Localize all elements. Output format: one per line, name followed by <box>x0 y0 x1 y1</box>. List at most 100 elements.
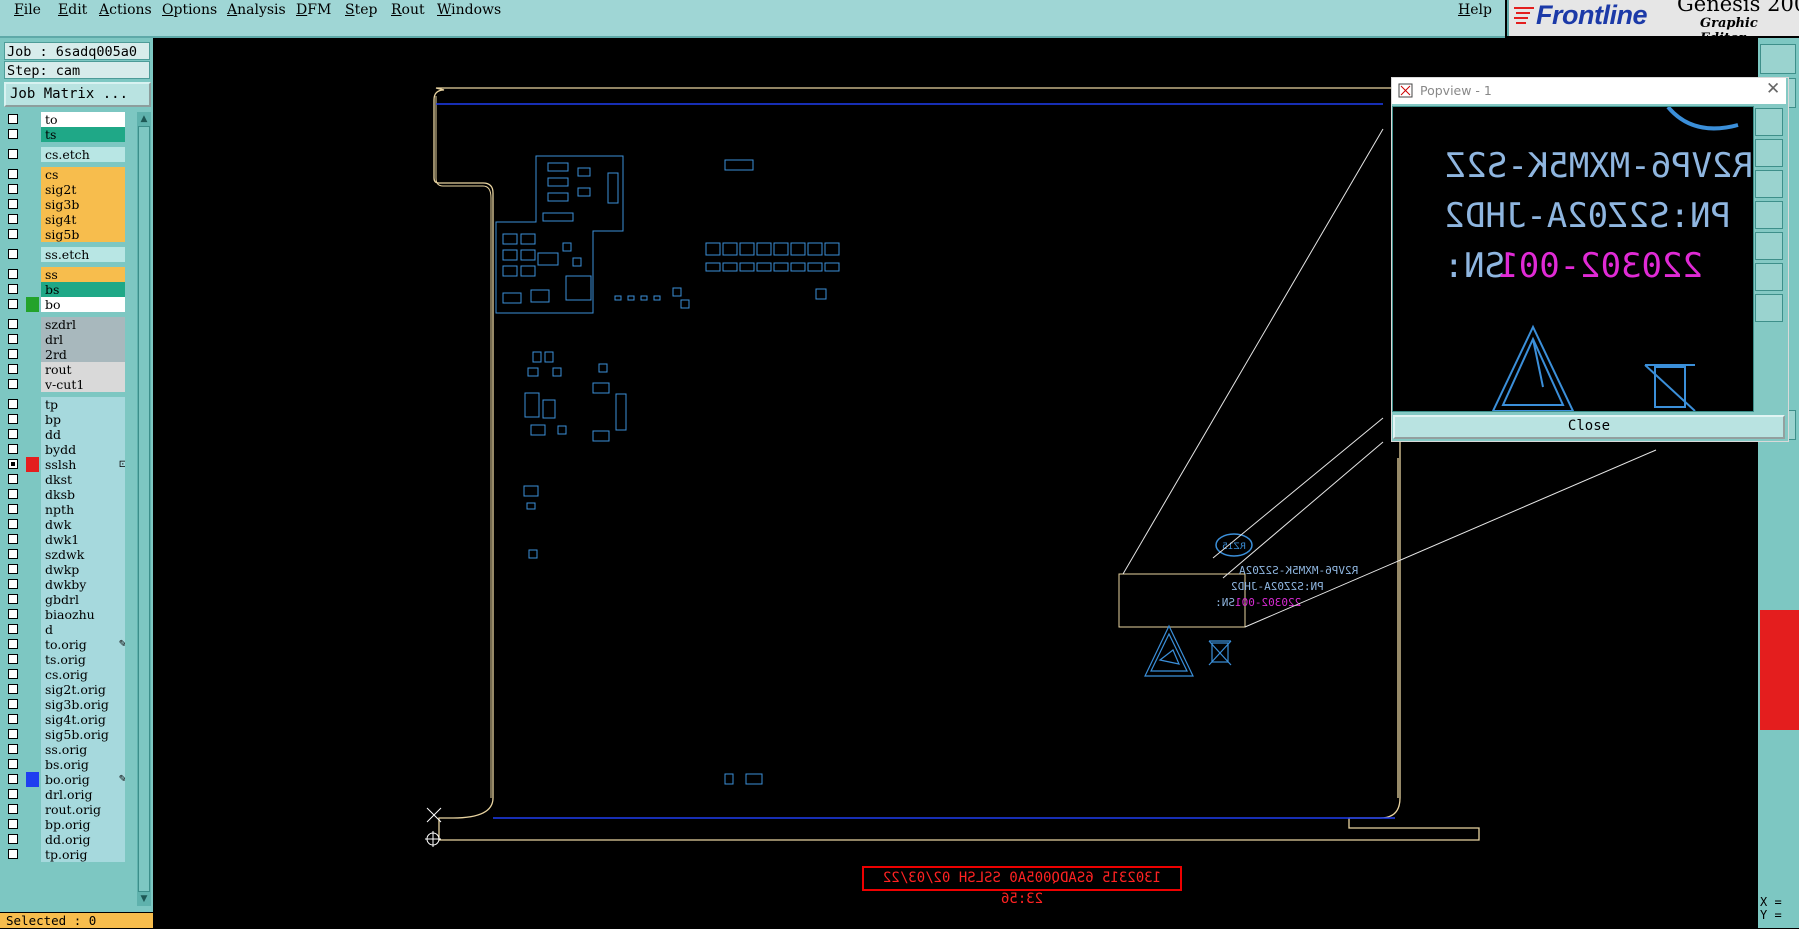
layer-color-swatch[interactable] <box>26 397 39 412</box>
layer-row[interactable]: drl <box>4 332 125 347</box>
layer-row[interactable]: szdrl <box>4 317 125 332</box>
layer-color-swatch[interactable] <box>26 147 39 162</box>
layer-row[interactable]: sig4t.orig <box>4 712 125 727</box>
layer-name[interactable]: cs <box>41 167 125 182</box>
menu-step[interactable]: Step <box>345 2 377 18</box>
layer-color-swatch[interactable] <box>26 742 39 757</box>
popview-close-button[interactable]: Close <box>1393 415 1785 439</box>
popview-tool-4[interactable] <box>1755 201 1783 229</box>
layer-color-swatch[interactable] <box>26 532 39 547</box>
layer-name[interactable]: ts <box>41 127 125 142</box>
scrollbar-thumb[interactable] <box>138 126 150 892</box>
layer-checkbox[interactable] <box>8 684 18 694</box>
menu-dfm[interactable]: DFM <box>296 2 331 18</box>
layer-name[interactable]: drl.orig <box>41 787 125 802</box>
layer-row[interactable]: sig3b.orig <box>4 697 125 712</box>
layer-checkbox[interactable] <box>8 129 18 139</box>
scroll-down-icon[interactable]: ▼ <box>137 892 151 906</box>
layer-row[interactable]: bs <box>4 282 125 297</box>
layer-name[interactable]: bp.orig <box>41 817 125 832</box>
layer-name[interactable]: sig2t <box>41 182 125 197</box>
layer-checkbox[interactable] <box>8 414 18 424</box>
layer-name[interactable]: drl <box>41 332 125 347</box>
layer-color-swatch[interactable] <box>26 817 39 832</box>
layer-row[interactable]: cs.etch <box>4 147 125 162</box>
job-matrix-button[interactable]: Job Matrix ... <box>4 82 151 107</box>
layer-row[interactable]: dwkp <box>4 562 125 577</box>
layer-row[interactable]: szdwk <box>4 547 125 562</box>
layer-row[interactable]: sig5b.orig <box>4 727 125 742</box>
layer-name[interactable]: sig3b.orig <box>41 697 125 712</box>
layer-checkbox[interactable] <box>8 364 18 374</box>
layer-checkbox[interactable] <box>8 229 18 239</box>
layer-checkbox[interactable] <box>8 114 18 124</box>
layer-name[interactable]: dwkp <box>41 562 125 577</box>
layer-row[interactable]: sig3b <box>4 197 125 212</box>
layer-row[interactable]: cs <box>4 167 125 182</box>
menu-rout[interactable]: Rout <box>391 2 425 18</box>
layer-row[interactable]: dwk <box>4 517 125 532</box>
layer-checkbox[interactable] <box>8 594 18 604</box>
layer-color-swatch[interactable] <box>26 682 39 697</box>
layer-color-swatch[interactable] <box>26 457 39 472</box>
layer-color-swatch[interactable] <box>26 757 39 772</box>
layer-name[interactable]: biaozhu <box>41 607 125 622</box>
layer-name[interactable]: rout.orig <box>41 802 125 817</box>
layer-row[interactable]: dkst <box>4 472 125 487</box>
layer-row[interactable]: tp.orig <box>4 847 125 862</box>
layer-color-swatch[interactable] <box>26 377 39 392</box>
layer-name[interactable]: bo <box>41 297 125 312</box>
layer-name[interactable]: bp <box>41 412 125 427</box>
layer-row[interactable]: bo.orig ✎ <box>4 772 125 787</box>
layer-color-swatch[interactable] <box>26 502 39 517</box>
layer-name[interactable]: to <box>41 112 125 127</box>
layer-row[interactable]: to.orig ✎ <box>4 637 125 652</box>
layer-checkbox[interactable] <box>8 184 18 194</box>
layer-row[interactable]: dksb <box>4 487 125 502</box>
popview-tool-3[interactable] <box>1755 170 1783 198</box>
layer-name[interactable]: npth <box>41 502 125 517</box>
menu-file[interactable]: File <box>14 2 41 18</box>
menu-help[interactable]: Help <box>1458 2 1492 18</box>
layer-name[interactable]: gbdrl <box>41 592 125 607</box>
layer-row[interactable]: 2rd <box>4 347 125 362</box>
popview-tool-2[interactable] <box>1755 139 1783 167</box>
layer-color-swatch[interactable] <box>26 487 39 502</box>
layer-name[interactable]: v-cut1 <box>41 377 125 392</box>
popview-tool-6[interactable] <box>1755 263 1783 291</box>
layer-color-swatch[interactable] <box>26 127 39 142</box>
layer-checkbox[interactable] <box>8 474 18 484</box>
layer-color-swatch[interactable] <box>26 637 39 652</box>
layer-color-swatch[interactable] <box>26 212 39 227</box>
layer-row[interactable]: drl.orig <box>4 787 125 802</box>
layer-checkbox[interactable] <box>8 429 18 439</box>
layer-checkbox[interactable] <box>8 579 18 589</box>
layer-name[interactable]: ss <box>41 267 125 282</box>
layer-name[interactable]: to.orig ✎ <box>41 637 125 652</box>
layer-color-swatch[interactable] <box>26 622 39 637</box>
layer-name[interactable]: cs.orig <box>41 667 125 682</box>
layer-color-swatch[interactable] <box>26 802 39 817</box>
layer-row[interactable]: npth <box>4 502 125 517</box>
layer-color-swatch[interactable] <box>26 317 39 332</box>
toolbar-button-1[interactable] <box>1760 44 1796 74</box>
layer-color-swatch[interactable] <box>26 247 39 262</box>
layer-color-swatch[interactable] <box>26 282 39 297</box>
layer-row[interactable]: ss.orig <box>4 742 125 757</box>
popview-canvas[interactable]: R2VP6-MXM5K-S2Z PN:S2Z02A-JHD2 SN: 22030… <box>1392 106 1754 412</box>
layer-color-swatch[interactable] <box>26 847 39 862</box>
layer-name[interactable]: d <box>41 622 125 637</box>
layer-name[interactable]: bs.orig <box>41 757 125 772</box>
layer-checkbox[interactable] <box>8 819 18 829</box>
layer-checkbox[interactable] <box>8 249 18 259</box>
layer-color-swatch[interactable] <box>26 652 39 667</box>
layer-row[interactable]: bp <box>4 412 125 427</box>
layer-name[interactable]: rout <box>41 362 125 377</box>
layer-checkbox[interactable] <box>8 804 18 814</box>
layer-name[interactable]: szdrl <box>41 317 125 332</box>
menu-analysis[interactable]: Analysis <box>227 2 286 18</box>
layer-checkbox[interactable] <box>8 609 18 619</box>
layer-color-swatch[interactable] <box>26 197 39 212</box>
layer-row[interactable]: sig2t.orig <box>4 682 125 697</box>
layer-name[interactable]: bydd <box>41 442 125 457</box>
